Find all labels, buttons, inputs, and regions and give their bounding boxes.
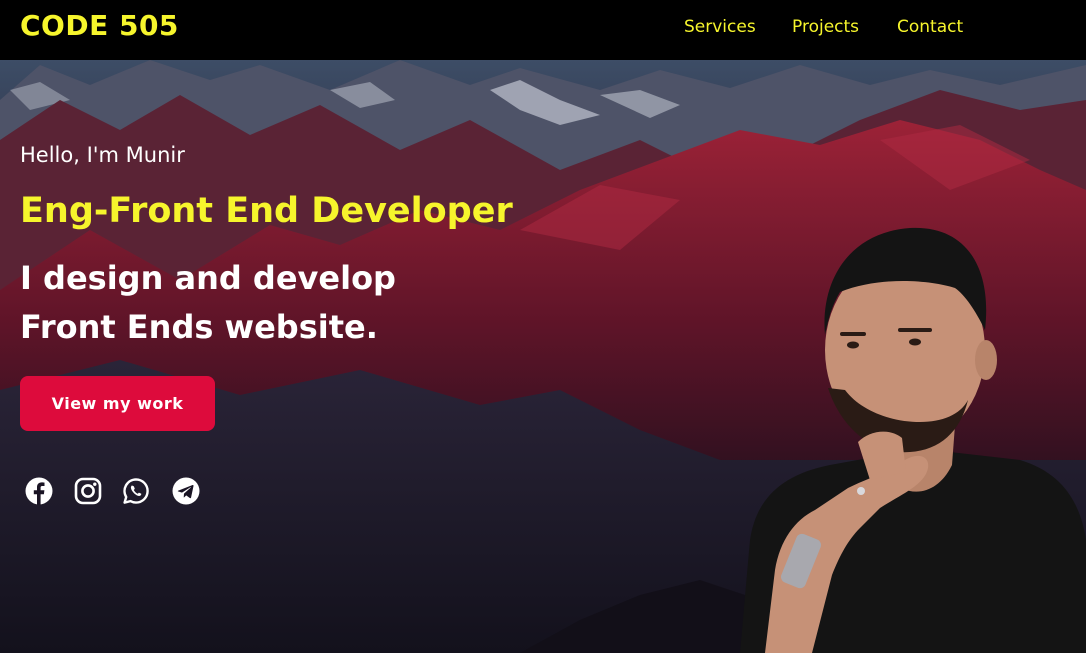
hero-section: Hello, I'm Munir Eng-Front End Developer… [0,60,1086,653]
nav-link-services[interactable]: Services [684,17,756,37]
developer-portrait-photo [740,227,1086,653]
facebook-icon[interactable] [24,476,54,506]
view-my-work-button[interactable]: View my work [20,376,215,431]
whatsapp-icon[interactable] [121,476,151,506]
navbar: CODE 505 Services Projects Contact [0,0,1086,60]
hero-headline: I design and develop Front Ends website. [20,254,396,352]
hero-headline-line-1: I design and develop [20,259,396,297]
hero-role-title: Eng-Front End Developer [20,191,513,231]
hero-greeting: Hello, I'm Munir [20,143,185,167]
nav-link-contact[interactable]: Contact [897,17,963,37]
nav-link-projects[interactable]: Projects [792,17,859,37]
site-logo[interactable]: CODE 505 [20,9,179,42]
hero-headline-line-2: Front Ends website. [20,308,378,346]
telegram-icon[interactable] [171,476,201,506]
instagram-icon[interactable] [73,476,103,506]
